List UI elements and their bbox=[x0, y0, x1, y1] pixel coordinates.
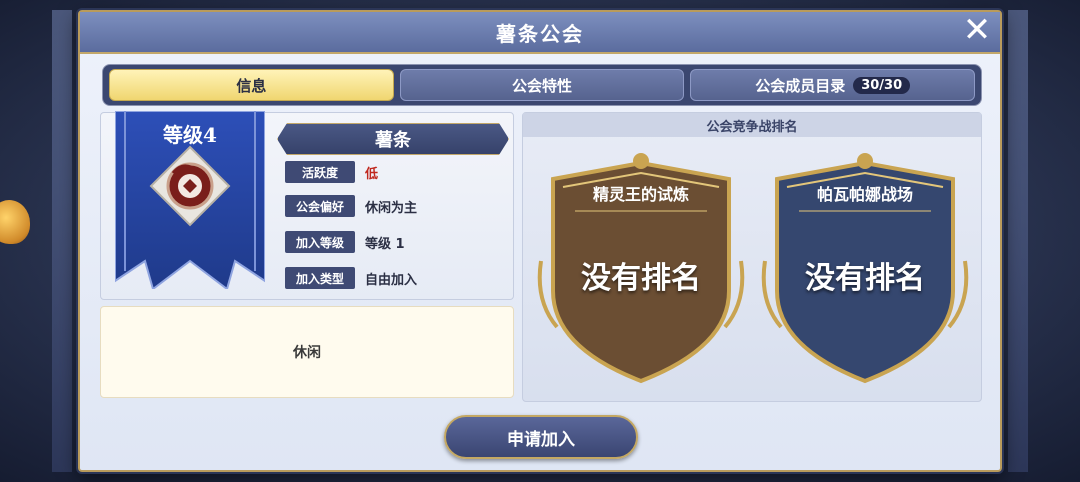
tab-guild-traits-label: 公会特性 bbox=[512, 76, 573, 95]
apply-join-label: 申请加入 bbox=[507, 429, 575, 450]
right-edge-decoration bbox=[1008, 10, 1028, 472]
left-edge-decoration bbox=[52, 10, 72, 472]
competition-ranking-panel: 公会竞争战排名 精灵王的试炼 没有排名 帕瓦帕娜战场 没有排名 bbox=[522, 112, 982, 402]
apply-join-button[interactable]: 申请加入 bbox=[444, 415, 638, 459]
ranking-shield-pavapana: 帕瓦帕娜战场 没有排名 bbox=[757, 151, 973, 387]
tab-bar: 信息 公会特性 公会成员目录 30/30 bbox=[102, 64, 982, 106]
activity-value: 低 bbox=[365, 166, 379, 182]
guild-info-panel: 等级4 薯条 活跃度 低 公会偏好 休闲为主 加入等级 等级 1 加入类型 自由… bbox=[100, 110, 514, 300]
dialog-title: 薯条公会 bbox=[496, 21, 584, 46]
tab-member-list[interactable]: 公会成员目录 30/30 bbox=[690, 69, 976, 101]
shield-title-elf-king: 精灵王的试炼 bbox=[592, 185, 689, 204]
guild-level: 等级4 bbox=[163, 123, 217, 147]
join-level-value: 等级 1 bbox=[365, 236, 405, 252]
guild-info-dialog: 薯条公会 信息 公会特性 公会成员目录 30/30 等级4 薯条 活跃度 低 公… bbox=[78, 10, 1002, 472]
tab-info-label: 信息 bbox=[236, 76, 267, 95]
guild-name: 薯条 bbox=[375, 130, 411, 151]
preference-label: 公会偏好 bbox=[285, 195, 355, 217]
shield-rank-pavapana: 没有排名 bbox=[805, 261, 925, 296]
preference-value: 休闲为主 bbox=[365, 200, 418, 216]
tab-info[interactable]: 信息 bbox=[109, 69, 394, 101]
info-row-join-level: 加入等级 等级 1 bbox=[285, 231, 501, 253]
info-row-join-type: 加入类型 自由加入 bbox=[285, 267, 501, 289]
guild-description: 休闲 bbox=[293, 345, 321, 361]
shield-title-pavapana: 帕瓦帕娜战场 bbox=[816, 185, 913, 204]
join-type-label: 加入类型 bbox=[285, 267, 355, 289]
activity-label: 活跃度 bbox=[285, 161, 355, 183]
guild-name-plate: 薯条 bbox=[277, 123, 509, 155]
member-count-badge: 30/30 bbox=[853, 76, 911, 94]
close-icon[interactable]: ✕ bbox=[960, 13, 994, 48]
dialog-titlebar: 薯条公会 bbox=[80, 12, 1000, 54]
tab-member-list-label: 公会成员目录 bbox=[755, 76, 846, 95]
join-type-value: 自由加入 bbox=[365, 272, 418, 288]
ranking-header-label: 公会竞争战排名 bbox=[706, 119, 798, 135]
guild-description-panel: 休闲 bbox=[100, 306, 514, 398]
join-level-label: 加入等级 bbox=[285, 231, 355, 253]
ranking-header: 公会竞争战排名 bbox=[523, 113, 981, 137]
ranking-shield-elf-king: 精灵王的试炼 没有排名 bbox=[533, 151, 749, 387]
level-banner: 等级4 bbox=[114, 110, 266, 291]
guild-emblem-icon bbox=[166, 162, 214, 210]
info-row-activity: 活跃度 低 bbox=[285, 161, 501, 183]
shield-rank-elf-king: 没有排名 bbox=[581, 261, 701, 296]
info-row-preference: 公会偏好 休闲为主 bbox=[285, 195, 501, 217]
tab-guild-traits[interactable]: 公会特性 bbox=[399, 69, 685, 101]
